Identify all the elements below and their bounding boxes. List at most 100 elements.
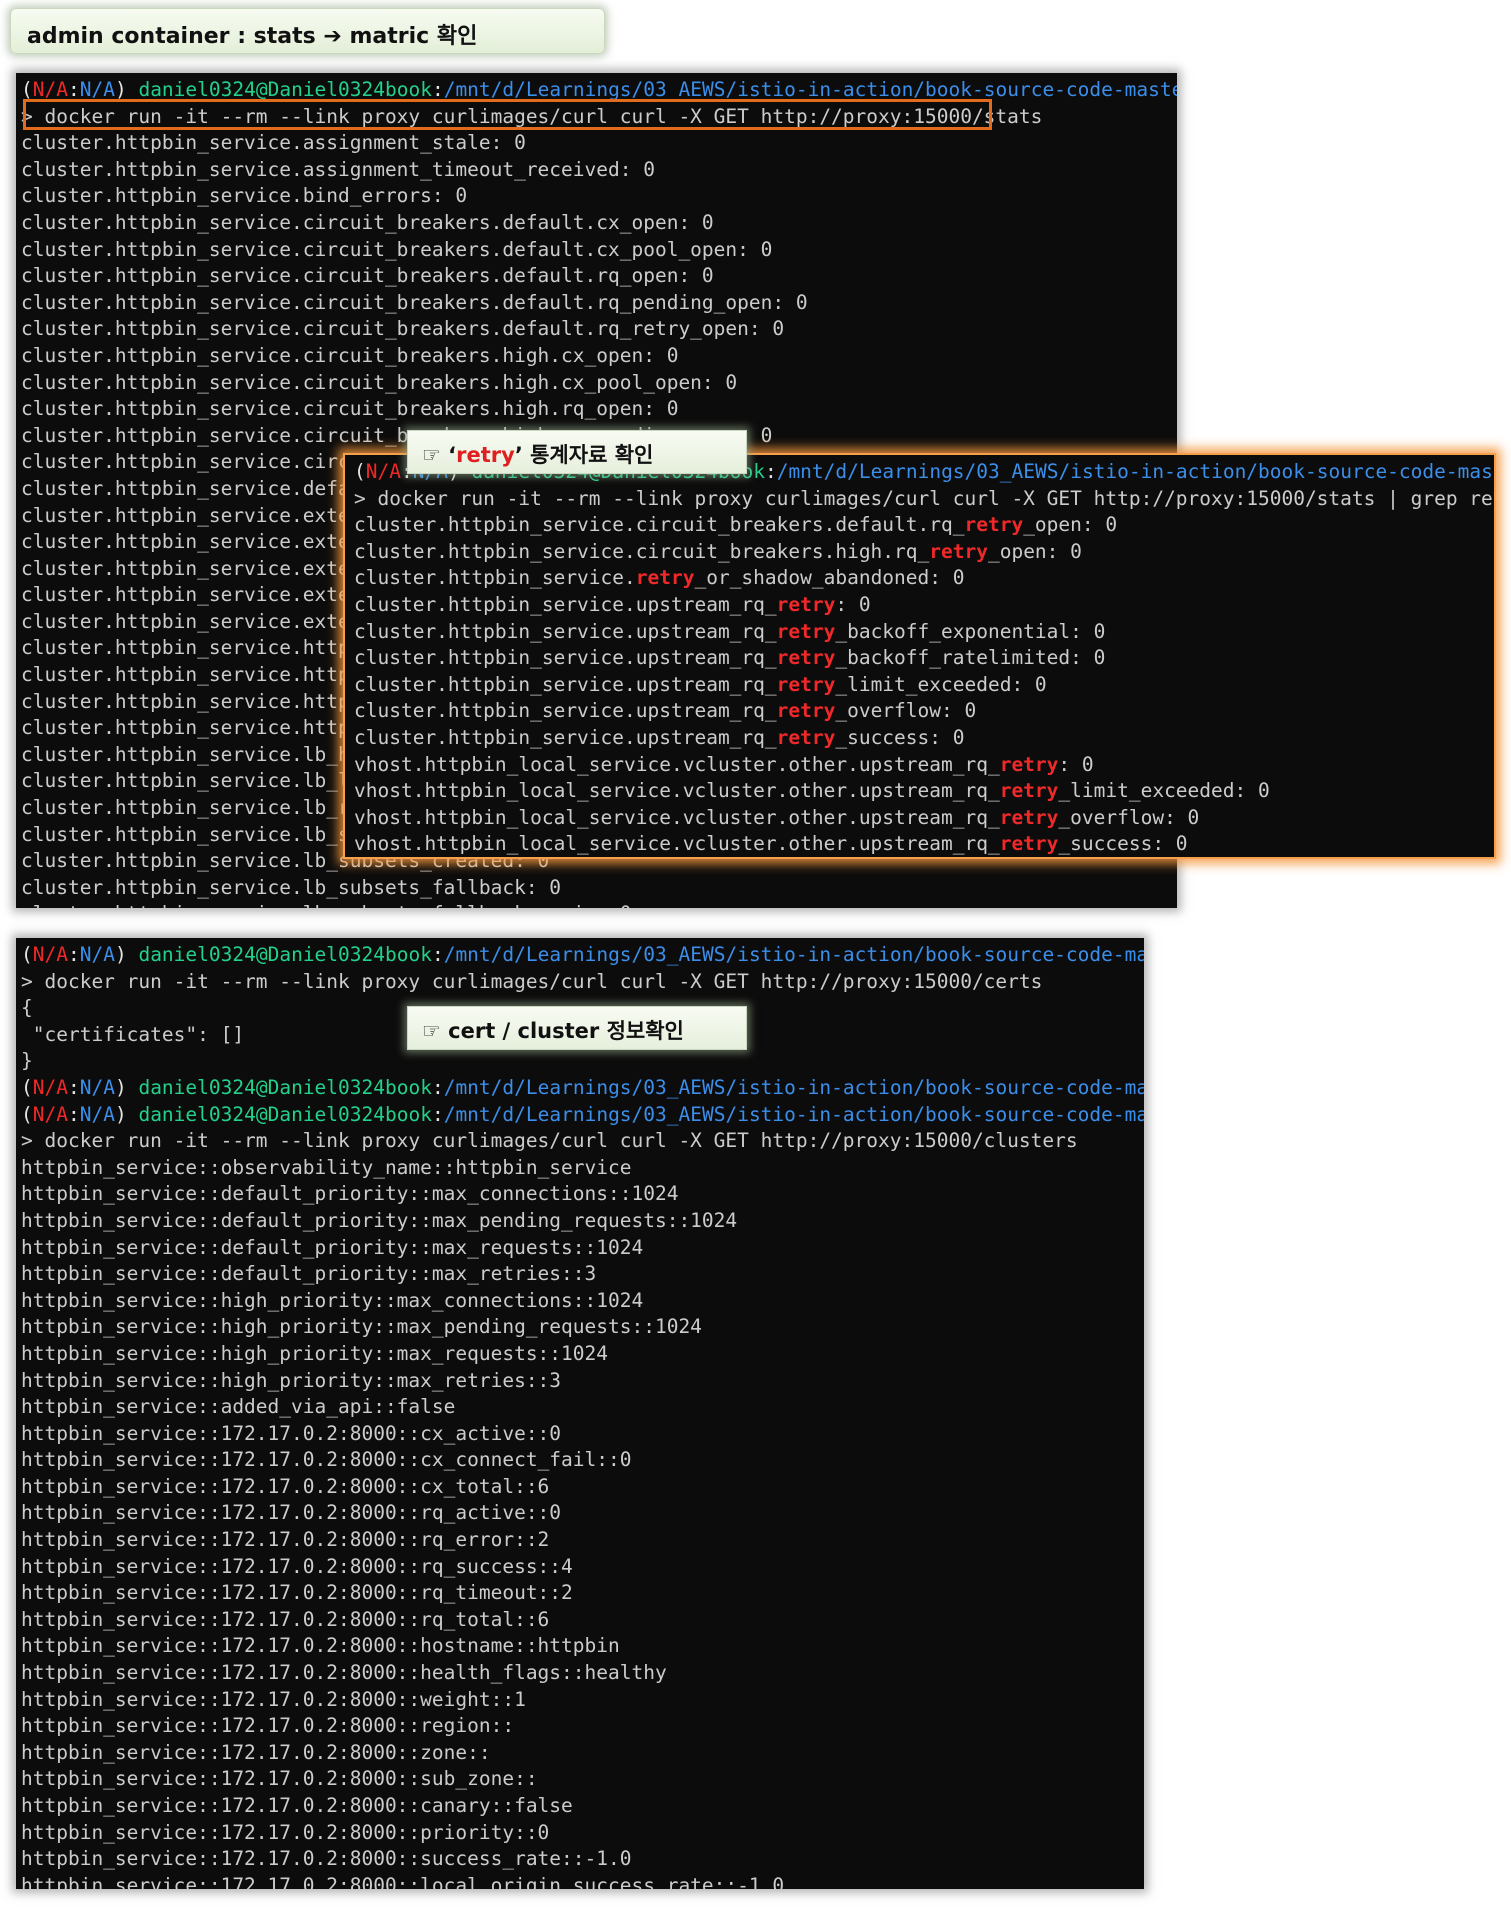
terminal-text: cluster.httpbin_service.extern [21, 530, 374, 554]
terminal-line: httpbin_service::172.17.0.2:8000::zone:: [21, 1740, 1144, 1767]
terminal-text: N/A [365, 460, 401, 483]
terminal-text: : 0 [1058, 752, 1094, 776]
terminal-text: _overflow: 0 [835, 699, 977, 723]
terminal-text: > docker run -it --rm --link proxy curli… [354, 486, 1496, 510]
retry-highlight: retry [999, 752, 1059, 776]
terminal-line: httpbin_service::172.17.0.2:8000::weight… [21, 1687, 1144, 1714]
retry-highlight: retry [929, 539, 988, 563]
terminal-text: _open: 0 [987, 539, 1082, 563]
terminal-text: : [67, 1102, 80, 1126]
terminal-text: httpbin_service::172.17.0.2:8000::rq_tim… [21, 1581, 573, 1605]
terminal-text: : [764, 460, 777, 483]
terminal-text: httpbin_service::default_priority::max_r… [21, 1262, 597, 1286]
terminal-text: httpbin_service::172.17.0.2:8000::local_… [21, 1873, 785, 1889]
pointing-hand-icon: ☞ [422, 443, 441, 467]
terminal-text: cluster.httpbin_service.circuit_breakers… [21, 370, 738, 394]
terminal-text: cluster.httpbin_service.circuit_breakers… [21, 397, 679, 421]
retry-highlight: retry [776, 672, 836, 696]
terminal-text: httpbin_service::172.17.0.2:8000::canary… [21, 1794, 573, 1817]
terminal-text: cluster.httpbin_service.circuit_breakers… [354, 513, 965, 537]
terminal-text: cluster.httpbin_service.assignment_stale… [21, 131, 526, 155]
retry-highlight: retry [635, 566, 695, 590]
terminal-line: cluster.httpbin_service.circuit_breakers… [21, 290, 1177, 317]
terminal-text: _limit_exceeded: 0 [835, 672, 1047, 696]
terminal-line: httpbin_service::default_priority::max_r… [21, 1235, 1144, 1262]
terminal-text: cluster.httpbin_service.lb_hea [21, 742, 374, 766]
terminal-text: httpbin_service::172.17.0.2:8000::cx_con… [21, 1448, 632, 1472]
terminal-text: } [21, 1049, 33, 1073]
terminal-text: ) [114, 1075, 139, 1099]
terminal-text: N/A [32, 78, 68, 101]
terminal-line: vhost.httpbin_local_service.vcluster.oth… [354, 805, 1494, 832]
terminal-text: ( [21, 1075, 33, 1099]
terminal-line: httpbin_service::172.17.0.2:8000::rq_act… [21, 1500, 1144, 1527]
terminal-text: : [431, 943, 444, 966]
terminal-text: cluster.httpbin_service.http1 [21, 636, 362, 660]
terminal-line: cluster.httpbin_service.circuit_breakers… [21, 370, 1177, 397]
terminal-text: cluster.httpbin_service.extern [21, 503, 374, 527]
terminal-line: vhost.httpbin_local_service.vcluster.oth… [354, 778, 1494, 805]
terminal-line: httpbin_service::172.17.0.2:8000::priori… [21, 1820, 1144, 1847]
cert-cluster-callout: ☞ cert / cluster 정보확인 [407, 1006, 747, 1050]
terminal-text: httpbin_service::172.17.0.2:8000::sub_zo… [21, 1767, 538, 1791]
terminal-text: N/A [79, 1075, 115, 1099]
terminal-text: N/A [79, 943, 115, 966]
terminal-text: cluster.httpbin_service.circuit_breakers… [21, 343, 679, 367]
terminal-text: _open: 0 [1023, 513, 1118, 537]
terminal-line: httpbin_service::172.17.0.2:8000::succes… [21, 1846, 1144, 1873]
terminal-text: _success: 0 [1058, 832, 1188, 856]
retry-stats-callout: ☞ ‘retry’ 통계자료 확인 [407, 430, 747, 474]
terminal-text: > docker run -it --rm --link proxy curli… [21, 1129, 1078, 1153]
terminal-text: : [67, 78, 80, 101]
terminal-text: : [431, 1102, 444, 1126]
terminal-line: cluster.httpbin_service.retry_or_shadow_… [354, 565, 1494, 592]
terminal-text: cluster.httpbin_service.circuit_breakers… [354, 539, 930, 563]
terminal-line: httpbin_service::172.17.0.2:8000::canary… [21, 1793, 1144, 1820]
terminal-text: "certificates": [] [21, 1022, 245, 1046]
terminal-line: (N/A:N/A) daniel0324@Daniel0324book:/mnt… [21, 1102, 1144, 1129]
terminal-text: : [431, 1075, 444, 1099]
terminal-certs-clusters-output[interactable]: (N/A:N/A) daniel0324@Daniel0324book:/mnt… [16, 938, 1144, 1889]
terminal-text: httpbin_service::172.17.0.2:8000::cx_act… [21, 1421, 562, 1445]
terminal-text: N/A [32, 1075, 68, 1099]
terminal-text: > docker run -it --rm --link proxy curli… [21, 969, 1043, 993]
stats-command-highlight [23, 99, 992, 130]
terminal-line: vhost.httpbin_local_service.vcluster.oth… [354, 752, 1494, 779]
terminal-retry-grep-popup[interactable]: (N/A:N/A) daniel0324@Daniel0324book:/mnt… [343, 453, 1496, 859]
retry-highlight: retry [999, 779, 1059, 803]
terminal-line: httpbin_service::172.17.0.2:8000::hostna… [21, 1633, 1144, 1660]
terminal-text: httpbin_service::default_priority::max_r… [21, 1235, 644, 1259]
terminal-text: ( [354, 460, 366, 483]
terminal-line: cluster.httpbin_service.upstream_rq_retr… [354, 698, 1494, 725]
terminal-text: httpbin_service::172.17.0.2:8000::hostna… [21, 1634, 620, 1658]
terminal-text: cluster.httpbin_service. [354, 566, 636, 590]
terminal-text: N/A [79, 78, 115, 101]
terminal-line: httpbin_service::added_via_api::false [21, 1394, 1144, 1421]
terminal-line: httpbin_service::default_priority::max_r… [21, 1261, 1144, 1288]
terminal-line: cluster.httpbin_service.upstream_rq_retr… [354, 619, 1494, 646]
terminal-line: httpbin_service::172.17.0.2:8000::rq_err… [21, 1527, 1144, 1554]
terminal-line: httpbin_service::172.17.0.2:8000::local_… [21, 1873, 1144, 1889]
terminal-text: /mnt/d/Learnings/03_AEWS/istio-in-action… [443, 1075, 1144, 1099]
terminal-text: _backoff_exponential: 0 [835, 619, 1106, 643]
terminal-text: cluster.httpbin_service.lb_loc [21, 769, 374, 793]
terminal-text: httpbin_service::172.17.0.2:8000::rq_act… [21, 1501, 562, 1525]
terminal-text: httpbin_service::172.17.0.2:8000::cx_tot… [21, 1474, 550, 1498]
terminal-line: vhost.httpbin_local_service.vcluster.oth… [354, 831, 1494, 857]
terminal-text: cluster.httpbin_service.upstream_rq_ [354, 672, 777, 696]
terminal-text: _limit_exceeded: 0 [1058, 779, 1270, 803]
terminal-text: cluster.httpbin_service.upstream_rq_ [354, 646, 777, 670]
terminal-text: vhost.httpbin_local_service.vcluster.oth… [354, 805, 1000, 829]
terminal-text: ( [21, 943, 33, 966]
terminal-line: httpbin_service::172.17.0.2:8000::health… [21, 1660, 1144, 1687]
terminal-line: cluster.httpbin_service.upstream_rq_retr… [354, 725, 1494, 752]
terminal-text: cluster.httpbin_service.upstream_rq_ [354, 592, 777, 616]
terminal-text: cluster.httpbin_service.default [21, 476, 385, 500]
terminal-text: _or_shadow_abandoned: 0 [694, 566, 965, 590]
terminal-line: > docker run -it --rm --link proxy curli… [21, 1128, 1144, 1155]
terminal-text: cluster.httpbin_service.http1 [21, 663, 362, 687]
terminal-text: httpbin_service::default_priority::max_c… [21, 1182, 679, 1206]
terminal-text: cluster.httpbin_service.lb_sub [21, 822, 374, 846]
terminal-text: /mnt/d/Learnings/03_AEWS/istio-in-action… [443, 1102, 1144, 1126]
callout-cert-text: cert / cluster 정보확인 [448, 1019, 684, 1043]
